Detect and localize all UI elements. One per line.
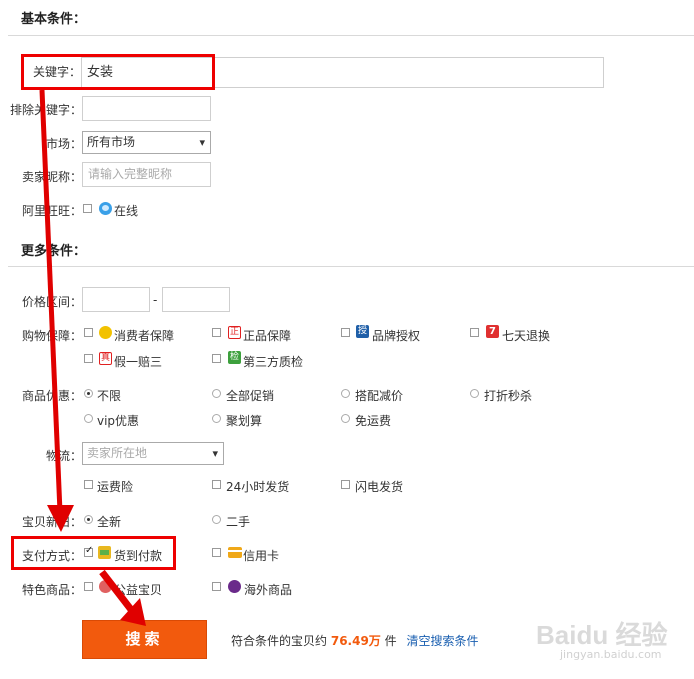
arrow-icon [39,89,74,532]
annotation-arrows [39,89,146,626]
arrow-icon [99,569,146,626]
